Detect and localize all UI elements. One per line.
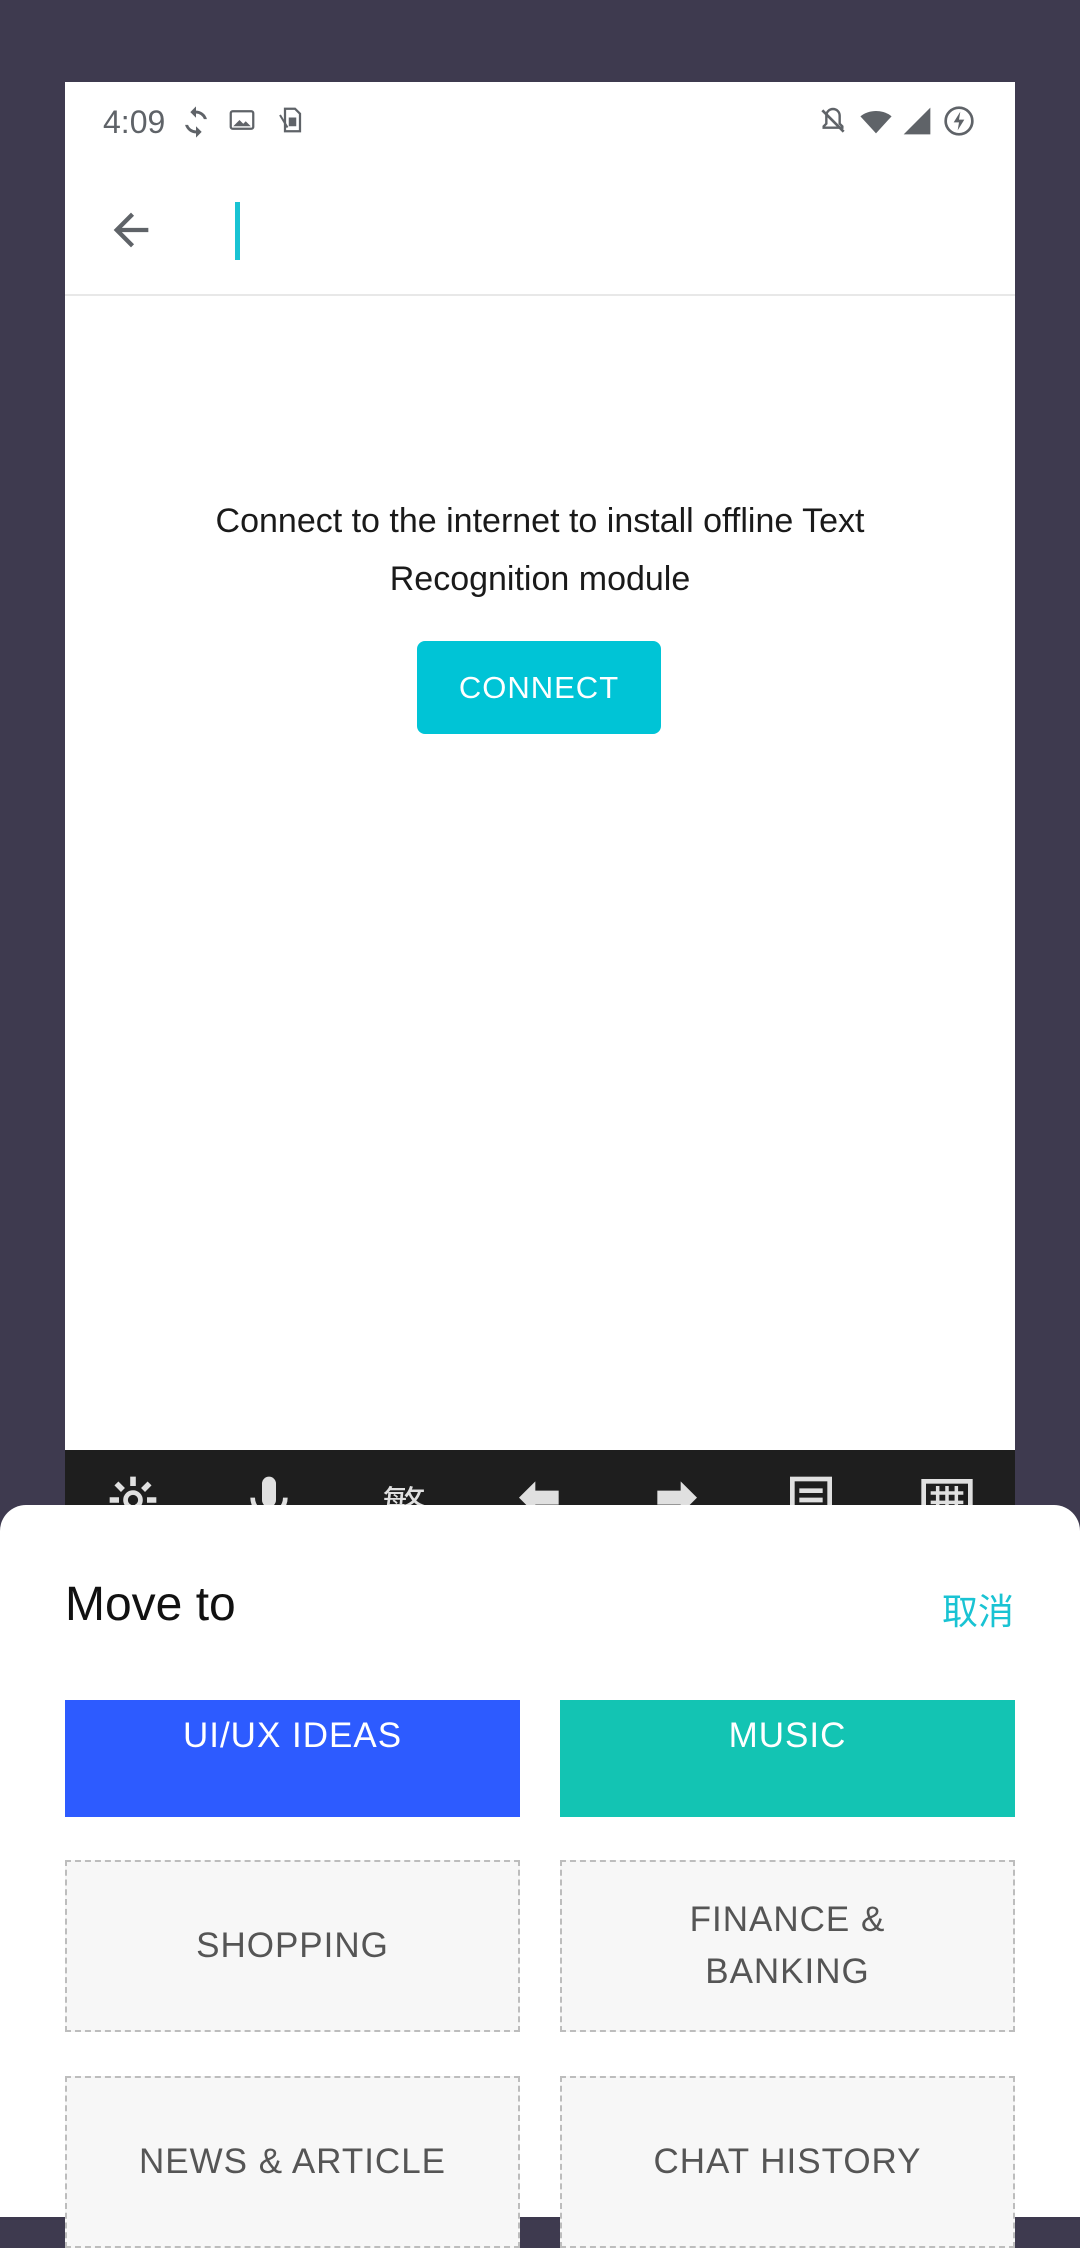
folder-label: FINANCE & BANKING — [689, 1900, 886, 1991]
phone-screen: 4:09 Connect to the internet to install … — [65, 82, 1015, 1582]
connect-button[interactable]: CONNECT — [417, 641, 661, 734]
status-time: 4:09 — [103, 103, 166, 140]
folder-music[interactable]: MUSIC — [560, 1700, 1015, 1817]
folder-label: UI/UX IDEAS — [182, 1716, 403, 1755]
offline-ocr-message: Connect to the internet to install offli… — [215, 502, 865, 598]
folder-label: NEWS & ARTICLE — [138, 2142, 447, 2181]
editor-toolbar — [65, 162, 1015, 296]
folder-shopping[interactable]: SHOPPING — [65, 1860, 520, 2032]
sheet-title: Move to — [65, 1578, 236, 1631]
battery-charging-icon — [943, 105, 977, 139]
folder-news-article[interactable]: NEWS & ARTICLE — [65, 2076, 520, 2248]
folder-chat-history[interactable]: CHAT HISTORY — [560, 2076, 1015, 2248]
move-to-sheet: Move to 取消 UI/UX IDEAS MUSIC SHOPPING FI… — [0, 1505, 1080, 2248]
sim-icon — [275, 105, 309, 139]
title-input[interactable] — [215, 198, 919, 264]
folder-label: CHAT HISTORY — [653, 2142, 922, 2181]
folder-ui-ux-ideas[interactable]: UI/UX IDEAS — [65, 1700, 520, 1817]
folder-label: SHOPPING — [196, 1926, 389, 1965]
back-arrow-icon — [113, 212, 149, 248]
wifi-icon — [859, 105, 893, 139]
image-icon — [227, 105, 261, 139]
status-bar: 4:09 — [65, 82, 1015, 162]
signal-icon — [901, 105, 935, 139]
cancel-button[interactable]: 取消 — [942, 1583, 1014, 1635]
back-button[interactable] — [101, 200, 161, 260]
sync-icon — [179, 105, 213, 139]
text-cursor — [235, 202, 240, 260]
mute-icon — [817, 105, 851, 139]
folder-finance-banking[interactable]: FINANCE & BANKING — [560, 1860, 1015, 2032]
folder-label: MUSIC — [728, 1716, 847, 1755]
